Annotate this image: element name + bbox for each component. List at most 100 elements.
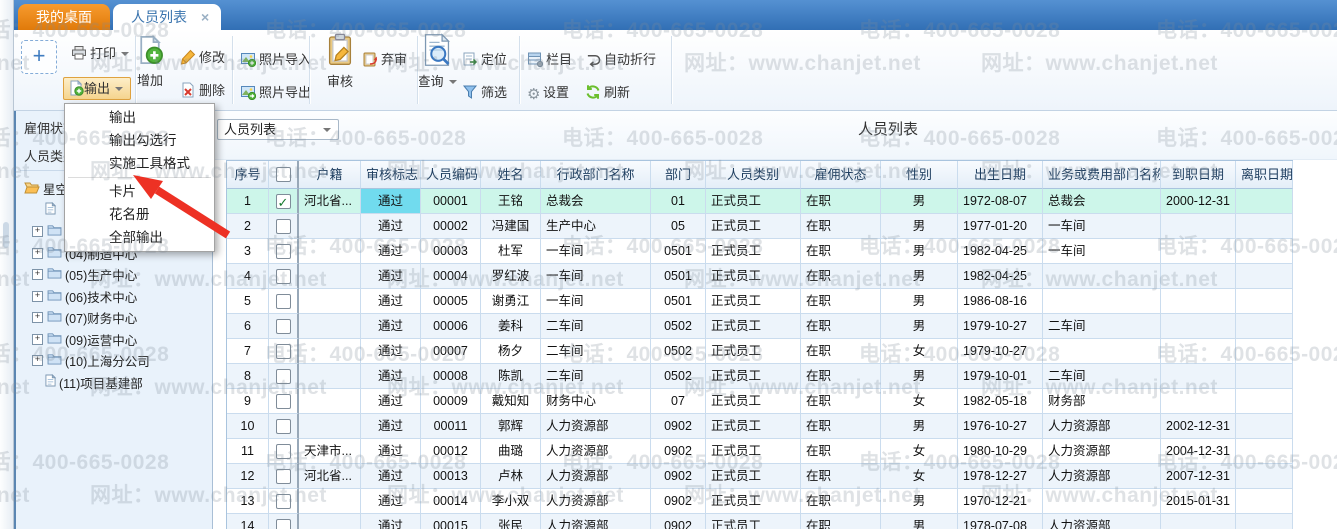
table-cell[interactable]: 1 <box>227 189 269 214</box>
table-cell[interactable]: 男 <box>881 264 958 289</box>
table-cell[interactable]: 1986-08-16 <box>958 289 1043 314</box>
table-cell[interactable]: 1982-05-18 <box>958 389 1043 414</box>
table-cell[interactable] <box>299 214 361 239</box>
table-cell[interactable]: 00012 <box>421 439 481 464</box>
table-cell[interactable] <box>269 489 299 514</box>
table-cell[interactable]: 女 <box>881 339 958 364</box>
table-cell[interactable] <box>269 464 299 489</box>
table-cell[interactable]: 人力资源部 <box>1043 439 1161 464</box>
table-cell[interactable] <box>1236 439 1293 464</box>
table-cell[interactable]: 郭辉 <box>481 414 541 439</box>
table-cell[interactable]: 通过 <box>361 239 421 264</box>
table-cell[interactable]: 7 <box>227 339 269 364</box>
row-checkbox[interactable] <box>276 369 291 384</box>
table-cell[interactable]: 0902 <box>651 514 706 529</box>
column-header-4[interactable]: 审核标志 <box>361 161 421 189</box>
tree-item-7[interactable]: +(07)财务中心 <box>20 307 212 329</box>
table-cell[interactable]: 陈凯 <box>481 364 541 389</box>
tree-item-10[interactable]: (11)项目基建部 <box>20 372 212 394</box>
row-checkbox[interactable] <box>276 519 291 529</box>
column-header-7[interactable]: 行政部门名称 <box>541 161 651 189</box>
menu-item-2[interactable]: 输出勾选行 <box>65 129 214 152</box>
table-cell[interactable] <box>299 489 361 514</box>
photo-import-button[interactable]: 照片导入 <box>240 50 311 70</box>
table-cell[interactable] <box>269 289 299 314</box>
sidebar-collapse-strip[interactable] <box>0 0 14 529</box>
table-cell[interactable]: 男 <box>881 239 958 264</box>
table-cell[interactable] <box>1043 264 1161 289</box>
table-cell[interactable]: 0501 <box>651 289 706 314</box>
table-cell[interactable] <box>1043 339 1161 364</box>
table-cell[interactable]: 0501 <box>651 239 706 264</box>
table-cell[interactable]: 通过 <box>361 339 421 364</box>
table-cell[interactable]: 正式员工 <box>706 489 801 514</box>
table-cell[interactable]: 男 <box>881 214 958 239</box>
table-cell[interactable]: 杜军 <box>481 239 541 264</box>
table-cell[interactable]: 卢林 <box>481 464 541 489</box>
column-header-12[interactable]: 出生日期 <box>958 161 1043 189</box>
column-header-11[interactable]: 性别 <box>881 161 958 189</box>
table-cell[interactable] <box>269 339 299 364</box>
table-cell[interactable]: 00014 <box>421 489 481 514</box>
table-cell[interactable]: 00004 <box>421 264 481 289</box>
table-cell[interactable]: 00005 <box>421 289 481 314</box>
tree-item-5[interactable]: +(05)生产中心 <box>20 264 212 286</box>
table-cell[interactable] <box>1236 214 1293 239</box>
table-cell[interactable] <box>1236 314 1293 339</box>
table-row[interactable]: 13通过00014李小双人力资源部0902正式员工在职男1970-12-2120… <box>227 489 1293 514</box>
table-cell[interactable]: 男 <box>881 414 958 439</box>
table-cell[interactable]: 在职 <box>801 314 881 339</box>
tab-my-desktop[interactable]: 我的桌面 <box>18 4 110 30</box>
row-checkbox[interactable] <box>276 344 291 359</box>
table-cell[interactable]: 00006 <box>421 314 481 339</box>
table-cell[interactable]: 5 <box>227 289 269 314</box>
row-checkbox[interactable] <box>276 419 291 434</box>
table-cell[interactable]: 正式员工 <box>706 389 801 414</box>
table-cell[interactable]: 正式员工 <box>706 264 801 289</box>
table-cell[interactable]: 在职 <box>801 189 881 214</box>
table-cell[interactable] <box>1236 289 1293 314</box>
select-all-checkbox[interactable] <box>276 167 291 182</box>
column-header-5[interactable]: 人员编码 <box>421 161 481 189</box>
table-cell[interactable]: 通过 <box>361 189 421 214</box>
table-cell[interactable]: 一车间 <box>541 289 651 314</box>
table-cell[interactable]: 通过 <box>361 464 421 489</box>
table-cell[interactable]: 01 <box>651 189 706 214</box>
query-button[interactable]: 查询 <box>411 33 463 90</box>
tree-item-6[interactable]: +(06)技术中心 <box>20 286 212 308</box>
column-header-10[interactable]: 雇佣状态 <box>801 161 881 189</box>
table-cell[interactable]: 在职 <box>801 214 881 239</box>
table-cell[interactable] <box>269 264 299 289</box>
table-row[interactable]: 7通过00007杨夕二车间0502正式员工在职女1979-10-27 <box>227 339 1293 364</box>
table-cell[interactable]: 谢勇江 <box>481 289 541 314</box>
table-cell[interactable]: 1982-04-25 <box>958 264 1043 289</box>
table-row[interactable]: 11天津市...通过00012曲璐人力资源部0902正式员工在职女1980-10… <box>227 439 1293 464</box>
row-checkbox[interactable] <box>276 219 291 234</box>
table-cell[interactable]: 通过 <box>361 489 421 514</box>
table-row[interactable]: 8通过00008陈凯二车间0502正式员工在职男1979-10-01二车间 <box>227 364 1293 389</box>
table-cell[interactable] <box>1161 364 1236 389</box>
table-cell[interactable]: 在职 <box>801 414 881 439</box>
table-cell[interactable]: 人力资源部 <box>1043 414 1161 439</box>
table-cell[interactable]: 正式员工 <box>706 339 801 364</box>
table-cell[interactable]: 通过 <box>361 314 421 339</box>
table-cell[interactable]: 一车间 <box>1043 214 1161 239</box>
table-cell[interactable]: 二车间 <box>1043 314 1161 339</box>
table-cell[interactable]: 曲璐 <box>481 439 541 464</box>
table-cell[interactable]: 男 <box>881 314 958 339</box>
table-cell[interactable]: 0502 <box>651 339 706 364</box>
table-cell[interactable]: 杨夕 <box>481 339 541 364</box>
column-header-9[interactable]: 人员类别 <box>706 161 801 189</box>
table-cell[interactable] <box>1236 414 1293 439</box>
menu-item-4[interactable]: 卡片 <box>65 180 214 203</box>
table-cell[interactable]: 00008 <box>421 364 481 389</box>
table-cell[interactable]: 一车间 <box>541 264 651 289</box>
table-cell[interactable]: 通过 <box>361 214 421 239</box>
table-cell[interactable]: 人力资源部 <box>541 489 651 514</box>
expand-plus-icon[interactable]: + <box>32 355 43 366</box>
table-cell[interactable]: 在职 <box>801 464 881 489</box>
table-cell[interactable]: 0902 <box>651 464 706 489</box>
table-cell[interactable] <box>299 339 361 364</box>
table-cell[interactable]: 在职 <box>801 489 881 514</box>
table-cell[interactable]: 在职 <box>801 289 881 314</box>
